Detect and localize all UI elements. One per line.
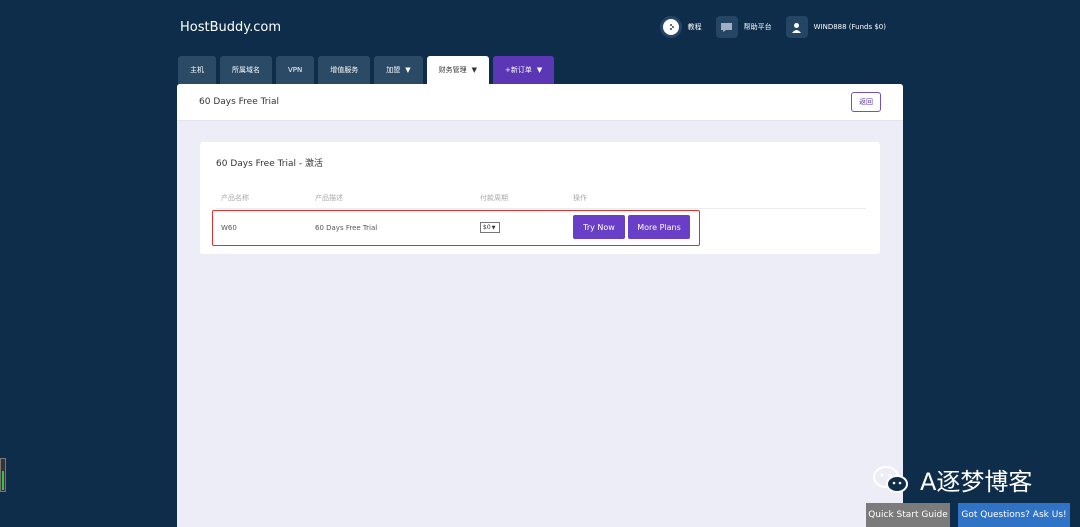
nav-tutorial[interactable]: 教程 — [659, 16, 702, 38]
tab-billing-label: 财务管理 — [438, 66, 467, 74]
tab-domains-label: 所属域名 — [232, 66, 260, 74]
tab-domains[interactable]: 所属域名 — [220, 56, 272, 84]
billing-cycle-select[interactable]: $0 ▼ — [480, 222, 500, 233]
tab-new-order[interactable]: +新订单 ▼ — [493, 56, 555, 84]
content-panel: 60 Days Free Trial 返回 60 Days Free Trial… — [177, 84, 903, 527]
side-meter — [0, 458, 6, 492]
tab-addons[interactable]: 增值服务 — [318, 56, 371, 84]
highlight-box — [212, 210, 700, 246]
col-header-description: 产品描述 — [315, 194, 343, 202]
tab-vpn[interactable]: VPN — [276, 56, 315, 84]
panel-header: 60 Days Free Trial 返回 — [177, 84, 903, 121]
help-icon — [715, 16, 738, 38]
product-name: W60 — [221, 224, 237, 232]
nav-help[interactable]: 帮助平台 — [715, 16, 772, 38]
main-tabs: 主机 所属域名 VPN 增值服务 加盟 ▼ 财务管理 ▼ +新订单 ▼ — [178, 56, 555, 84]
col-header-cycle: 付款周期 — [480, 194, 508, 202]
site-logo[interactable]: HostBuddy.com — [180, 20, 281, 35]
table-divider — [216, 208, 866, 209]
quick-start-button[interactable]: Quick Start Guide — [866, 503, 950, 527]
wechat-icon — [872, 465, 910, 495]
tab-addons-label: 增值服务 — [330, 66, 359, 74]
billing-cycle-value: $0 — [483, 224, 491, 231]
product-card: 60 Days Free Trial - 激活 产品名称 产品描述 付款周期 操… — [200, 142, 880, 254]
chevron-down-icon: ▼ — [405, 66, 411, 74]
tab-billing[interactable]: 财务管理 ▼ — [426, 56, 490, 84]
tab-vpn-label: VPN — [288, 66, 303, 74]
back-button[interactable]: 返回 — [851, 92, 881, 112]
tab-hosting[interactable]: 主机 — [178, 56, 216, 84]
nav-account-label: WIND888 (Funds $0) — [813, 23, 886, 31]
tab-hosting-label: 主机 — [190, 66, 204, 74]
tutorial-icon — [659, 16, 682, 38]
tab-affiliate[interactable]: 加盟 ▼ — [374, 56, 423, 84]
top-nav: 教程 帮助平台 WIND888 (Funds $0) — [659, 16, 886, 38]
chevron-down-icon: ▼ — [491, 224, 496, 231]
watermark-text: A逐梦博客 — [920, 468, 1033, 496]
card-title: 60 Days Free Trial - 激活 — [216, 159, 323, 169]
user-icon — [785, 16, 808, 38]
try-now-button[interactable]: Try Now — [573, 215, 625, 239]
tab-affiliate-label: 加盟 — [386, 66, 401, 74]
more-plans-button[interactable]: More Plans — [628, 215, 690, 239]
side-meter-fill — [2, 470, 4, 490]
chevron-down-icon: ▼ — [471, 66, 478, 74]
ask-us-button[interactable]: Got Questions? Ask Us! — [958, 503, 1070, 527]
chevron-down-icon: ▼ — [536, 66, 543, 74]
col-header-name: 产品名称 — [221, 194, 249, 202]
tab-new-order-label: +新订单 — [505, 66, 532, 74]
col-header-actions: 操作 — [573, 194, 587, 202]
nav-help-label: 帮助平台 — [743, 23, 772, 31]
nav-tutorial-label: 教程 — [687, 23, 702, 31]
page-title: 60 Days Free Trial — [199, 97, 279, 107]
watermark: A逐梦博客 — [872, 462, 1032, 497]
product-description: 60 Days Free Trial — [315, 224, 378, 232]
nav-account[interactable]: WIND888 (Funds $0) — [785, 16, 886, 38]
